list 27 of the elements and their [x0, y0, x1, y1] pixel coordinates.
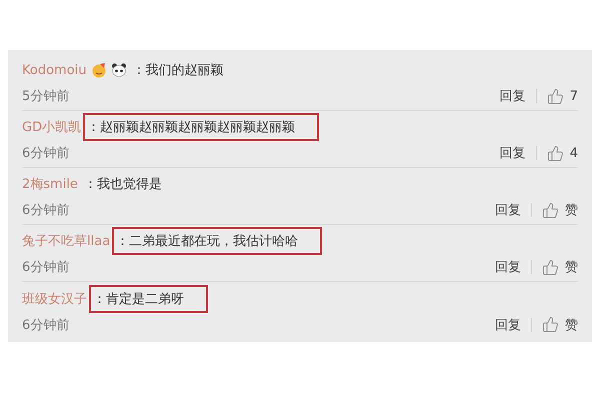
like-button[interactable]: 4 — [546, 144, 578, 162]
thumbs-up-icon — [542, 316, 559, 333]
reply-link[interactable]: 回复 — [500, 87, 526, 105]
thumbs-up-icon — [546, 144, 564, 162]
comment-text: ：我也觉得是 — [82, 176, 163, 194]
thumbs-up-icon — [542, 258, 559, 276]
comment-time: 5分钟前 — [22, 88, 70, 105]
panda-icon — [110, 62, 127, 78]
thumbs-up-icon — [542, 202, 559, 218]
thumbs-up-icon — [546, 88, 564, 104]
reply-link[interactable]: 回复 — [495, 258, 521, 276]
reply-link[interactable]: 回复 — [495, 201, 521, 219]
comment-text: ：肯定是二弟呀 — [89, 284, 208, 312]
like-button[interactable]: 赞 — [542, 316, 578, 334]
comment-text: ：二弟最近都在玩，我估计哈哈 — [112, 227, 322, 255]
like-button[interactable]: 赞 — [542, 201, 578, 219]
comment-time: 6分钟前 — [22, 145, 70, 162]
smiley-icon — [90, 62, 107, 78]
comment-time: 6分钟前 — [22, 259, 70, 276]
comment-time: 6分钟前 — [22, 202, 70, 219]
comment-text: ：我们的赵丽颖 — [132, 62, 225, 80]
comment-time: 6分钟前 — [22, 316, 70, 334]
like-button[interactable]: 7 — [546, 88, 578, 104]
like-button[interactable]: 赞 — [542, 258, 578, 276]
comment-text: ：赵丽颖赵丽颖赵丽颖赵丽颖赵丽颖 — [83, 113, 320, 141]
reply-link[interactable]: 回复 — [500, 144, 526, 162]
reply-link[interactable]: 回复 — [495, 316, 521, 334]
